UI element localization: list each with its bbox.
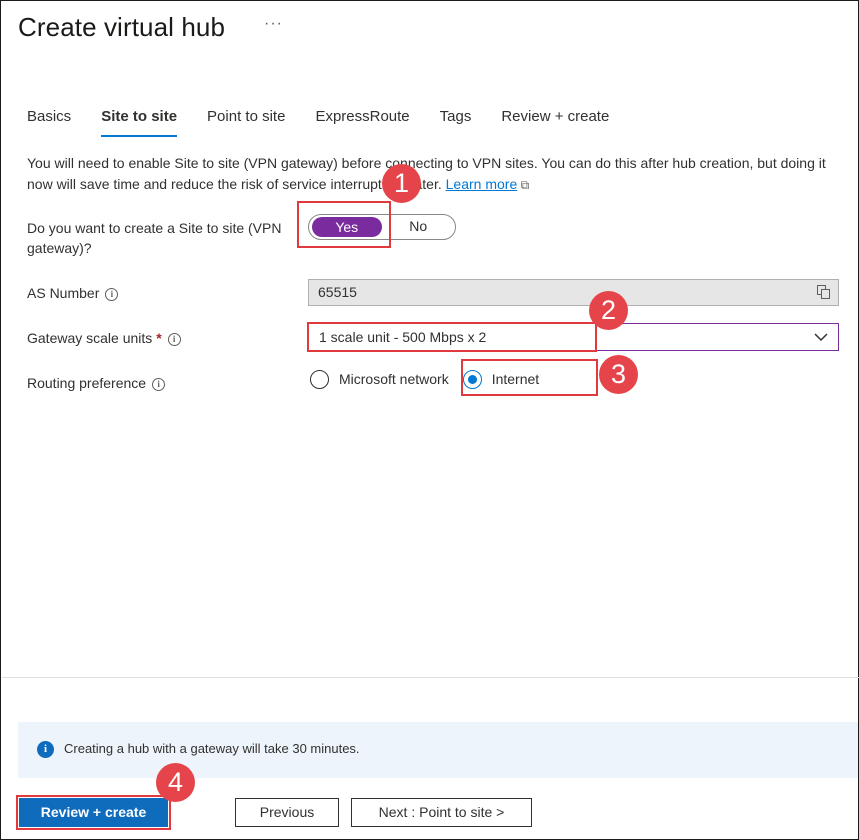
radio-microsoft-network[interactable]: Microsoft network — [310, 369, 449, 389]
radio-circle[interactable] — [310, 369, 329, 389]
info-paragraph: You will need to enable Site to site (VP… — [27, 153, 827, 196]
tab-review-create[interactable]: Review + create — [501, 108, 609, 138]
info-icon[interactable]: i — [167, 332, 181, 346]
info-text: You will need to enable Site to site (VP… — [27, 155, 826, 192]
as-number-label-text: AS Number — [27, 285, 100, 301]
callout-badge-1: 1 — [382, 164, 421, 203]
as-number-value: 65515 — [318, 284, 357, 300]
callout-highlight-3 — [461, 359, 598, 396]
routing-preference-label: Routing preference i — [27, 373, 166, 393]
copy-icon[interactable] — [817, 285, 830, 299]
tab-point-to-site[interactable]: Point to site — [207, 108, 285, 138]
gateway-scale-units-label-text: Gateway scale units — [27, 330, 153, 346]
callout-highlight-1 — [297, 201, 391, 248]
tab-expressroute[interactable]: ExpressRoute — [315, 108, 409, 138]
more-options-icon[interactable]: ··· — [264, 15, 283, 33]
tab-bar: Basics Site to site Point to site Expres… — [27, 108, 639, 138]
info-banner: i Creating a hub with a gateway will tak… — [18, 722, 858, 778]
as-number-label: AS Number i — [27, 283, 119, 303]
as-number-field: 65515 — [308, 279, 839, 306]
info-icon[interactable]: i — [152, 377, 166, 391]
page-title: Create virtual hub — [18, 12, 226, 42]
tab-site-to-site[interactable]: Site to site — [101, 108, 177, 138]
info-icon[interactable]: i — [105, 287, 119, 301]
learn-more-link[interactable]: Learn more — [446, 176, 518, 192]
info-filled-icon: i — [37, 741, 54, 758]
external-link-icon: ⧉ — [517, 178, 530, 192]
callout-badge-4: 4 — [156, 763, 195, 802]
create-virtual-hub-blade: Create virtual hub ··· Basics Site to si… — [0, 0, 859, 840]
callout-highlight-2 — [307, 322, 597, 352]
routing-preference-label-text: Routing preference — [27, 375, 147, 391]
callout-badge-3: 3 — [599, 355, 638, 394]
radio-label: Microsoft network — [339, 371, 449, 387]
next-button[interactable]: Next : Point to site > — [351, 798, 532, 827]
banner-text: Creating a hub with a gateway will take … — [64, 741, 360, 756]
tab-tags[interactable]: Tags — [440, 108, 472, 138]
gateway-scale-units-label: Gateway scale units * i — [27, 328, 181, 348]
tab-basics[interactable]: Basics — [27, 108, 71, 138]
previous-button[interactable]: Previous — [235, 798, 339, 827]
callout-highlight-4 — [16, 795, 171, 830]
toggle-no-option[interactable]: No — [382, 215, 455, 239]
required-asterisk: * — [156, 330, 162, 346]
callout-badge-2: 2 — [589, 291, 628, 330]
chevron-down-icon — [814, 333, 828, 342]
footer-divider — [2, 677, 859, 678]
vpn-gateway-question-label: Do you want to create a Site to site (VP… — [27, 220, 282, 256]
